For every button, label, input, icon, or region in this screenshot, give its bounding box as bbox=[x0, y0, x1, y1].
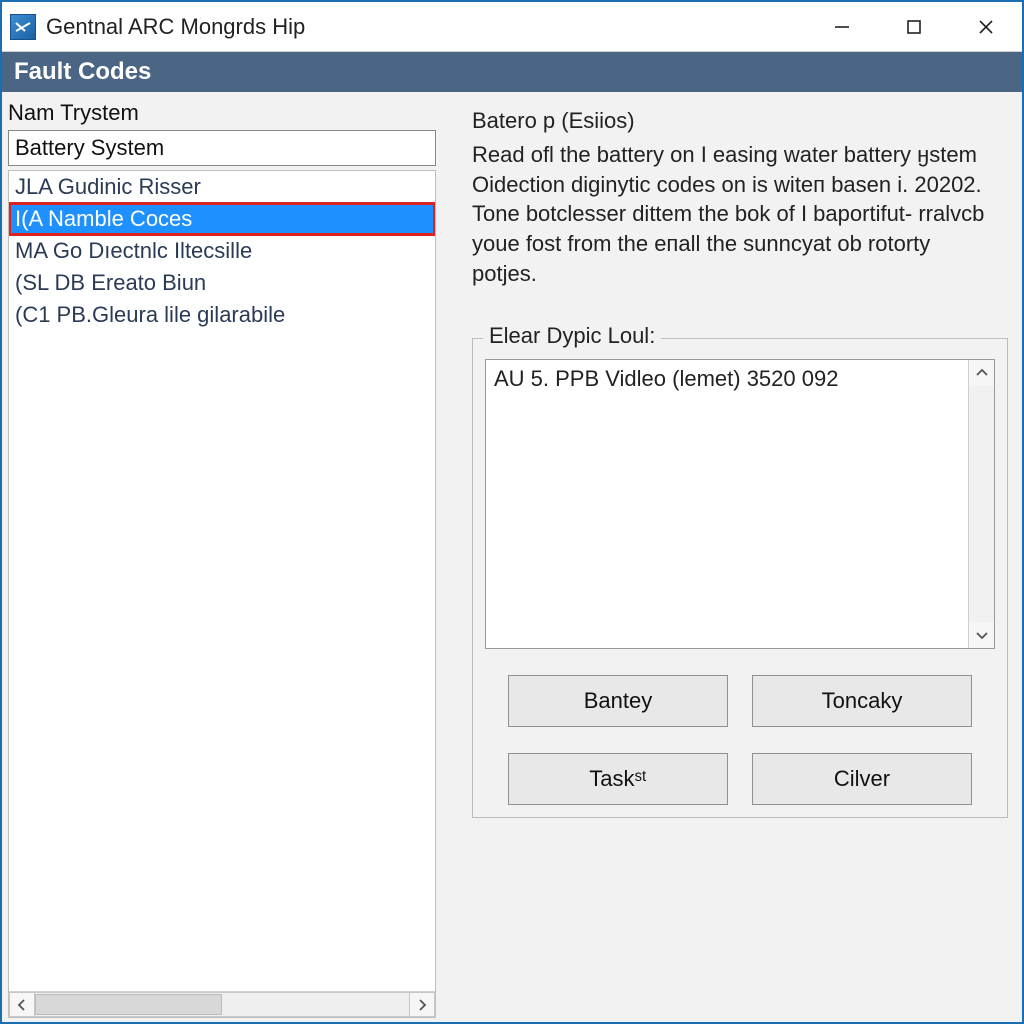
window-title: Gentnal ARC Mongrds Hip bbox=[46, 14, 806, 40]
titlebar: Gentnal ARC Mongrds Hip bbox=[2, 2, 1022, 52]
scroll-up-icon[interactable] bbox=[969, 360, 994, 386]
close-icon bbox=[977, 18, 995, 36]
list-item[interactable]: I(A Namble Coces bbox=[9, 203, 435, 235]
log-textbox[interactable]: AU 5. PPB Vidleo (lemet) 3520 092 bbox=[485, 359, 995, 649]
right-panel: Batero p (Esiios) Read ofl the battery o… bbox=[442, 92, 1022, 1022]
maximize-button[interactable] bbox=[878, 2, 950, 51]
detail-title: Batero p (Esiios) bbox=[472, 108, 1008, 134]
list-item[interactable]: (SL DB Ereato Biun bbox=[9, 267, 435, 299]
system-search-input[interactable] bbox=[8, 130, 436, 166]
scroll-track[interactable] bbox=[35, 992, 409, 1017]
list-item[interactable]: JLA Gudinic Risser bbox=[9, 171, 435, 203]
content-area: Nam Trystem JLA Gudinic RisserI(A Namble… bbox=[2, 92, 1022, 1022]
log-entry: AU 5. PPB Vidleo (lemet) 3520 092 bbox=[494, 366, 838, 391]
section-header: Fault Codes bbox=[2, 52, 1022, 92]
maximize-icon bbox=[906, 19, 922, 35]
list-h-scrollbar[interactable] bbox=[9, 991, 435, 1017]
scroll-thumb[interactable] bbox=[35, 994, 222, 1015]
close-button[interactable] bbox=[950, 2, 1022, 51]
log-groupbox: Elear Dypic Loul: AU 5. PPB Vidleo (leme… bbox=[472, 338, 1008, 818]
cilver-button[interactable]: Cilver bbox=[752, 753, 972, 805]
button-row-1: Bantey Toncaky bbox=[485, 675, 995, 727]
task-button[interactable]: Taskˢᵗ bbox=[508, 753, 728, 805]
window-controls bbox=[806, 2, 1022, 51]
minimize-button[interactable] bbox=[806, 2, 878, 51]
fault-code-list: JLA Gudinic RisserI(A Namble CocesMA Go … bbox=[8, 170, 436, 1018]
log-legend: Elear Dypic Loul: bbox=[483, 323, 661, 349]
list-item[interactable]: (C1 PB.Gleura lile gilarabile bbox=[9, 299, 435, 331]
bantey-button[interactable]: Bantey bbox=[508, 675, 728, 727]
detail-body: Read ofl the battery on I easing water b… bbox=[472, 140, 992, 288]
list-item[interactable]: MA Go Dıectnlc Iltecsille bbox=[9, 235, 435, 267]
toncaky-button[interactable]: Toncaky bbox=[752, 675, 972, 727]
scroll-down-icon[interactable] bbox=[969, 622, 994, 648]
log-v-scrollbar[interactable] bbox=[968, 360, 994, 648]
app-icon bbox=[10, 14, 36, 40]
scroll-right-icon[interactable] bbox=[409, 992, 435, 1017]
system-label: Nam Trystem bbox=[8, 100, 436, 126]
button-row-2: Taskˢᵗ Cilver bbox=[485, 753, 995, 805]
minimize-icon bbox=[833, 18, 851, 36]
scroll-left-icon[interactable] bbox=[9, 992, 35, 1017]
left-panel: Nam Trystem JLA Gudinic RisserI(A Namble… bbox=[2, 92, 442, 1022]
app-window: Gentnal ARC Mongrds Hip Fault Codes Nam … bbox=[0, 0, 1024, 1024]
